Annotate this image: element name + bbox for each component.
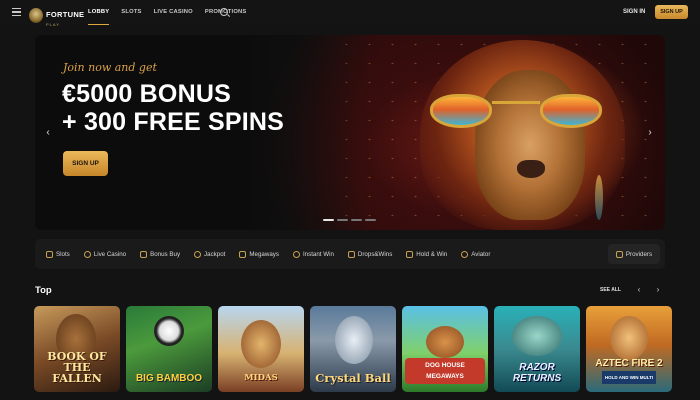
slots-icon [46,250,53,258]
nav-live-casino[interactable]: LIVE CASINO [154,0,193,25]
live-casino-icon [83,250,91,258]
game-title: DOG HOUSE MEGAWAYS [405,358,485,384]
game-tile-midas[interactable]: MIDAS [218,306,304,392]
game-title: RAZOR RETURNS [512,362,562,384]
category-live-casino[interactable]: Live Casino [83,250,126,258]
jackpot-icon [194,250,202,258]
hero-sign-up-button[interactable]: SIGN UP [63,151,108,176]
providers-icon [615,250,623,258]
game-title-wrap: AZTEC FIRE 2 HOLD AND WIN MULTI [586,358,672,384]
category-bar: Slots Live Casino Bonus Buy Jackpot Mega… [35,239,665,269]
hero-title: €5000 BONUS + 300 FREE SPINS [62,80,284,136]
category-jackpot[interactable]: Jackpot [194,250,225,258]
category-hold-win[interactable]: Hold & Win [406,250,447,258]
game-title: BIG BAMBOO [135,373,203,384]
hero-prev-arrow-icon[interactable]: ‹ [42,127,54,139]
section-next-arrow-icon[interactable]: › [653,285,663,295]
logo-text: FORTUNE [46,10,85,19]
hero-lion-sunglasses [430,92,610,132]
category-bonus-buy[interactable]: Bonus Buy [140,250,180,258]
game-title: MIDAS [244,373,278,383]
game-tile-crystal-ball[interactable]: Crystal Ball [310,306,396,392]
hero-banner[interactable]: Join now and get €5000 BONUS + 300 FREE … [35,35,665,230]
sign-in-button[interactable]: SIGN IN [623,0,645,25]
hero-feather [595,175,603,220]
sign-up-button[interactable]: SIGN UP [655,5,688,19]
category-instant-win[interactable]: Instant Win [292,250,334,258]
game-tile-dog-house[interactable]: DOG HOUSE MEGAWAYS [402,306,488,392]
section-title-top: Top [35,285,52,296]
hero-eyebrow: Join now and get [63,61,157,74]
hero-next-arrow-icon[interactable]: › [644,127,656,139]
game-title: BOOK OF THE FALLEN [47,350,107,385]
logo-mark-icon [29,8,43,23]
megaways-icon [239,250,247,258]
providers-button[interactable]: Providers [608,244,660,264]
search-icon[interactable] [220,8,228,16]
game-subtitle: HOLD AND WIN MULTI [601,371,657,384]
game-tile-book-of-the-fallen[interactable]: BOOK OF THE FALLEN [34,306,120,392]
hold-win-icon [406,250,414,258]
nav-slots[interactable]: SLOTS [121,0,141,25]
hero-carousel-dots [323,219,376,221]
game-tiles-row: BOOK OF THE FALLEN BIG BAMBOO MIDAS Crys… [34,306,672,392]
main-nav: LOBBY SLOTS LIVE CASINO PROMOTIONS [88,0,259,25]
logo[interactable]: FORTUNE PLAY [29,4,84,27]
category-drops-wins[interactable]: Drops&Wins [347,250,392,258]
hero-title-line2: + 300 FREE SPINS [62,108,285,136]
bonus-buy-icon [140,250,148,258]
carousel-dot[interactable] [337,219,348,221]
carousel-dot[interactable] [351,219,362,221]
aviator-icon [461,250,469,258]
game-title: AZTEC FIRE 2 [595,358,663,369]
game-title-wrap: DOG HOUSE MEGAWAYS [402,358,488,384]
instant-win-icon [292,250,300,258]
carousel-dot[interactable] [365,219,376,221]
game-title: Crystal Ball [315,371,391,385]
hero-title-line1: €5000 BONUS [62,80,231,108]
see-all-link[interactable]: SEE ALL [600,287,621,293]
logo-subtext: PLAY [46,22,60,27]
hero-lion-nose [517,160,545,178]
category-megaways[interactable]: Megaways [239,250,279,258]
section-prev-arrow-icon[interactable]: ‹ [634,285,644,295]
category-aviator[interactable]: Aviator [461,250,490,258]
menu-icon[interactable] [12,8,21,17]
game-tile-razor-returns[interactable]: RAZOR RETURNS [494,306,580,392]
drops-wins-icon [347,250,355,258]
game-tile-big-bamboo[interactable]: BIG BAMBOO [126,306,212,392]
nav-lobby[interactable]: LOBBY [88,0,110,25]
game-tile-aztec-fire-2[interactable]: AZTEC FIRE 2 HOLD AND WIN MULTI [586,306,672,392]
category-slots[interactable]: Slots [46,250,70,258]
carousel-dot[interactable] [323,219,334,221]
top-navbar: FORTUNE PLAY LOBBY SLOTS LIVE CASINO PRO… [0,0,700,27]
